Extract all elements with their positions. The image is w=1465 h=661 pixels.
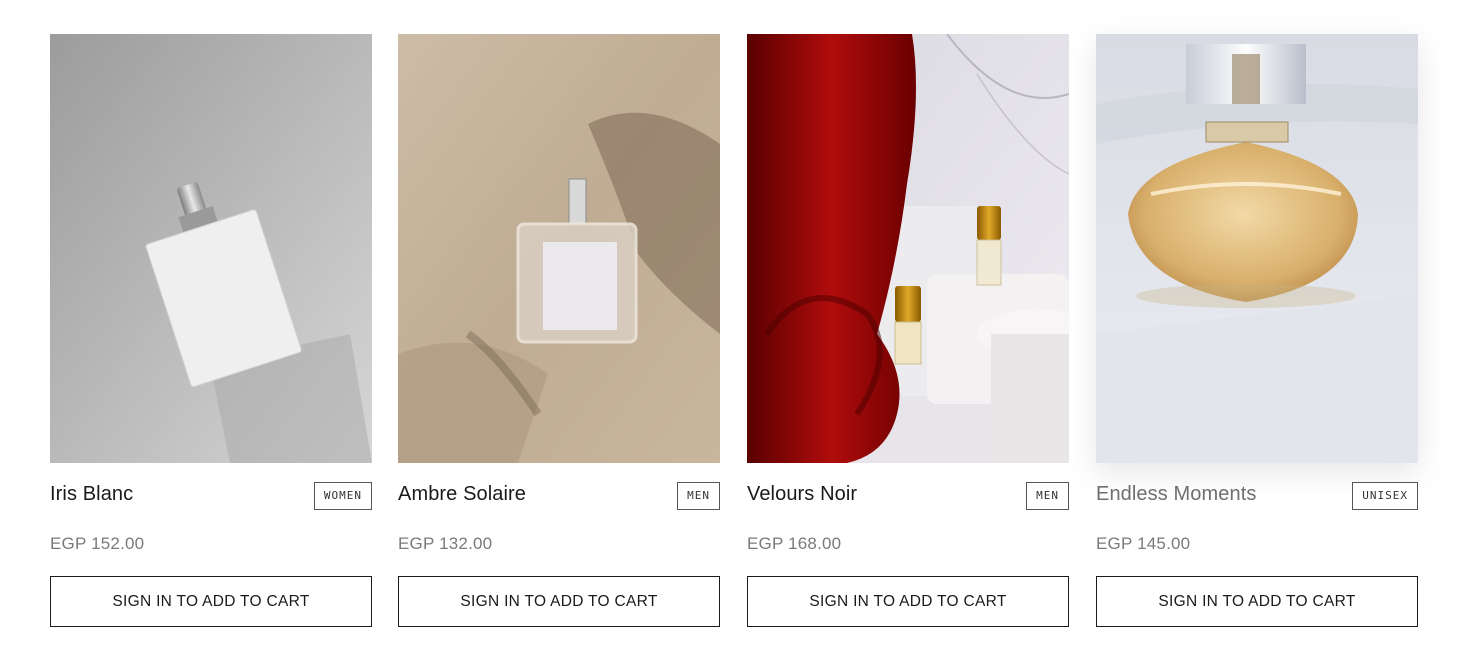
product-grid: Iris Blanc WOMEN EGP 152.00 SIGN IN TO A… bbox=[0, 0, 1465, 661]
sign-in-to-add-to-cart-button[interactable]: SIGN IN TO ADD TO CART bbox=[747, 576, 1069, 627]
category-badge: WOMEN bbox=[313, 482, 372, 510]
product-card: Ambre Solaire MEN EGP 132.00 SIGN IN TO … bbox=[398, 34, 720, 627]
sign-in-to-add-to-cart-button[interactable]: SIGN IN TO ADD TO CART bbox=[1096, 576, 1418, 627]
product-card: Iris Blanc WOMEN EGP 152.00 SIGN IN TO A… bbox=[50, 34, 372, 627]
category-badge: UNISEX bbox=[1352, 482, 1418, 510]
product-info: Velours Noir MEN bbox=[747, 481, 1069, 529]
product-name[interactable]: Ambre Solaire bbox=[398, 481, 526, 507]
product-photo-golden-bottle bbox=[1096, 34, 1418, 463]
product-info: Ambre Solaire MEN bbox=[398, 481, 720, 529]
product-image[interactable] bbox=[50, 34, 372, 463]
sign-in-to-add-to-cart-button[interactable]: SIGN IN TO ADD TO CART bbox=[398, 576, 720, 627]
product-name[interactable]: Endless Moments bbox=[1096, 481, 1256, 507]
product-card: Endless Moments UNISEX EGP 145.00 SIGN I… bbox=[1096, 34, 1418, 627]
product-price: EGP 152.00 bbox=[50, 534, 145, 553]
product-info: Iris Blanc WOMEN bbox=[50, 481, 372, 529]
product-card: Velours Noir MEN EGP 168.00 SIGN IN TO A… bbox=[747, 34, 1069, 627]
product-price: EGP 132.00 bbox=[398, 534, 493, 553]
product-price: EGP 145.00 bbox=[1096, 534, 1191, 553]
category-badge: MEN bbox=[1026, 482, 1069, 510]
sign-in-to-add-to-cart-button[interactable]: SIGN IN TO ADD TO CART bbox=[50, 576, 372, 627]
product-image[interactable] bbox=[1096, 34, 1418, 463]
product-photo-red-drape-vials bbox=[747, 34, 1069, 463]
product-photo-bottle-in-sand bbox=[398, 34, 720, 463]
category-badge: MEN bbox=[677, 482, 720, 510]
product-info: Endless Moments UNISEX bbox=[1096, 481, 1418, 529]
product-photo-white-bottle bbox=[50, 34, 372, 463]
product-price: EGP 168.00 bbox=[747, 534, 842, 553]
product-name[interactable]: Velours Noir bbox=[747, 481, 857, 507]
product-name[interactable]: Iris Blanc bbox=[50, 481, 133, 507]
product-image[interactable] bbox=[398, 34, 720, 463]
product-image[interactable] bbox=[747, 34, 1069, 463]
